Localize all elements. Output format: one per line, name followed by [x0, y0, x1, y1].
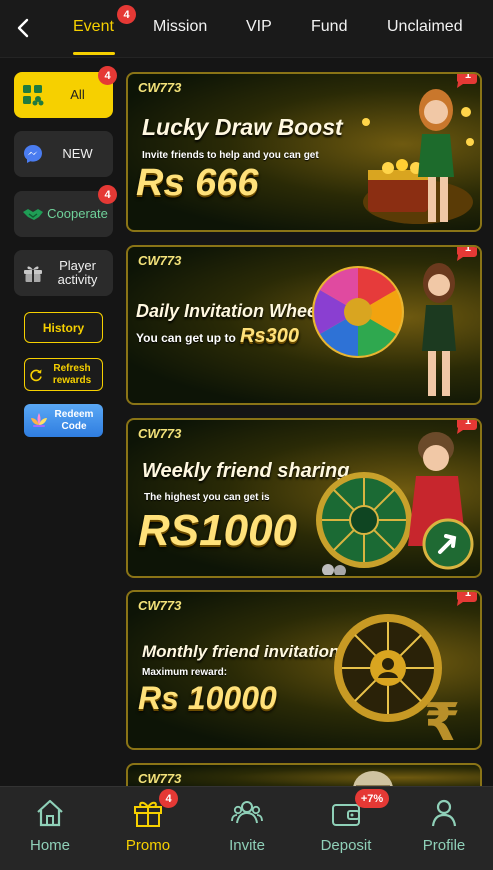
hostess-illustration — [422, 263, 456, 396]
brand-logo: CW773 — [138, 426, 182, 441]
banner-badge-count: 1 — [464, 72, 471, 81]
nav-label: Profile — [422, 837, 466, 854]
sidebar-all-badge: 4 — [98, 66, 117, 85]
tab-unclaimed[interactable]: Unclaimed — [387, 18, 463, 36]
handshake-icon — [23, 209, 43, 220]
gift-icon — [24, 266, 42, 282]
promo-banner-weekly-sharing[interactable]: CW773 Weekly friend sharing The highest … — [126, 418, 482, 578]
tab-fund[interactable]: Fund — [311, 18, 347, 36]
banner-subtitle: Maximum reward: — [142, 667, 228, 678]
sidebar-item-new[interactable]: NEW — [14, 131, 113, 177]
nav-deposit[interactable]: +7% Deposit — [297, 787, 395, 870]
redeem-code-button[interactable]: Redeem Code — [24, 404, 103, 437]
banner-amount: Rs 10000 — [138, 680, 277, 716]
gold-wheel-illustration: ₹ — [334, 614, 460, 747]
nav-promo-badge: 4 — [159, 789, 178, 808]
nav-label: Invite — [229, 837, 265, 854]
brand-logo: CW773 — [138, 771, 182, 786]
grid-icon — [23, 85, 44, 106]
sidebar-cooperate-badge: 4 — [98, 185, 117, 204]
nav-deposit-badge: +7% — [355, 789, 389, 808]
promo-banner-monthly-invitations[interactable]: CW773 Monthly friend invitations Maximum… — [126, 590, 482, 750]
hostess-treasure-illustration — [362, 89, 474, 224]
brand-logo: CW773 — [138, 80, 182, 95]
nav-invite[interactable]: Invite — [198, 787, 296, 870]
banner-badge-count: 1 — [464, 418, 471, 427]
prize-wheel-illustration — [312, 266, 404, 358]
active-tab-indicator — [73, 52, 115, 55]
back-button[interactable] — [10, 15, 36, 41]
tab-event-badge: 4 — [117, 5, 136, 24]
refresh-rewards-label: Refresh rewards — [52, 362, 92, 386]
nav-label: Promo — [125, 837, 171, 854]
nav-promo[interactable]: 4 Promo — [99, 787, 197, 870]
history-label: History — [42, 320, 85, 335]
banner-subtitle: Invite friends to help and you can get — [142, 150, 319, 161]
tab-event[interactable]: Event — [73, 18, 114, 36]
invite-icon — [231, 801, 263, 824]
brand-logo: CW773 — [138, 598, 182, 613]
home-icon — [37, 799, 63, 827]
banner-amount: Rs300 — [240, 325, 299, 347]
messenger-icon — [24, 145, 42, 163]
nav-profile[interactable]: Profile — [395, 787, 493, 870]
banner-title: Daily Invitation Wheel — [136, 301, 323, 321]
banner-title: Lucky Draw Boost — [142, 114, 343, 140]
lotus-icon — [31, 413, 47, 427]
sidebar-item-label: Cooperate — [47, 206, 108, 221]
tab-mission[interactable]: Mission — [153, 18, 207, 36]
banner-title: Monthly friend invitations — [142, 642, 349, 661]
redeem-code-label: Redeem Code — [54, 408, 94, 432]
banner-amount: RS1000 — [138, 506, 298, 555]
sidebar-item-label: All — [70, 87, 85, 102]
bottom-nav: Home 4 Promo Invite +7% Deposit Profile — [0, 786, 493, 870]
nav-label: Deposit — [320, 837, 372, 854]
sidebar-item-player-activity[interactable]: Player activity — [14, 250, 113, 296]
banner-subtitle: The highest you can get is — [144, 492, 270, 503]
banner-badge-count: 1 — [464, 245, 471, 254]
banner-subtitle: You can get up to — [136, 331, 236, 345]
banner-badge-count: 1 — [464, 590, 471, 599]
nav-home[interactable]: Home — [1, 787, 99, 870]
sidebar-item-label: Player activity — [57, 258, 98, 287]
profile-icon — [431, 799, 457, 827]
chevron-left-icon — [17, 18, 29, 38]
top-nav: Event 4 Mission VIP Fund Unclaimed — [0, 0, 493, 58]
promo-banner-lucky-draw[interactable]: CW773 Lucky Draw Boost Invite friends to… — [126, 72, 482, 232]
history-button[interactable]: History — [24, 312, 103, 343]
brand-logo: CW773 — [138, 253, 182, 268]
refresh-rewards-button[interactable]: Refresh rewards — [24, 358, 103, 391]
refresh-icon — [30, 369, 42, 382]
sidebar-item-label: NEW — [62, 146, 93, 161]
banner-amount: Rs 666 — [136, 162, 259, 204]
tab-vip[interactable]: VIP — [246, 18, 272, 36]
nav-label: Home — [29, 837, 70, 854]
aviator-girl-illustration — [408, 432, 474, 570]
rupee-symbol: ₹ — [424, 693, 460, 747]
promo-banner-invitation-wheel[interactable]: CW773 Daily Invitation Wheel You can get… — [126, 245, 482, 405]
